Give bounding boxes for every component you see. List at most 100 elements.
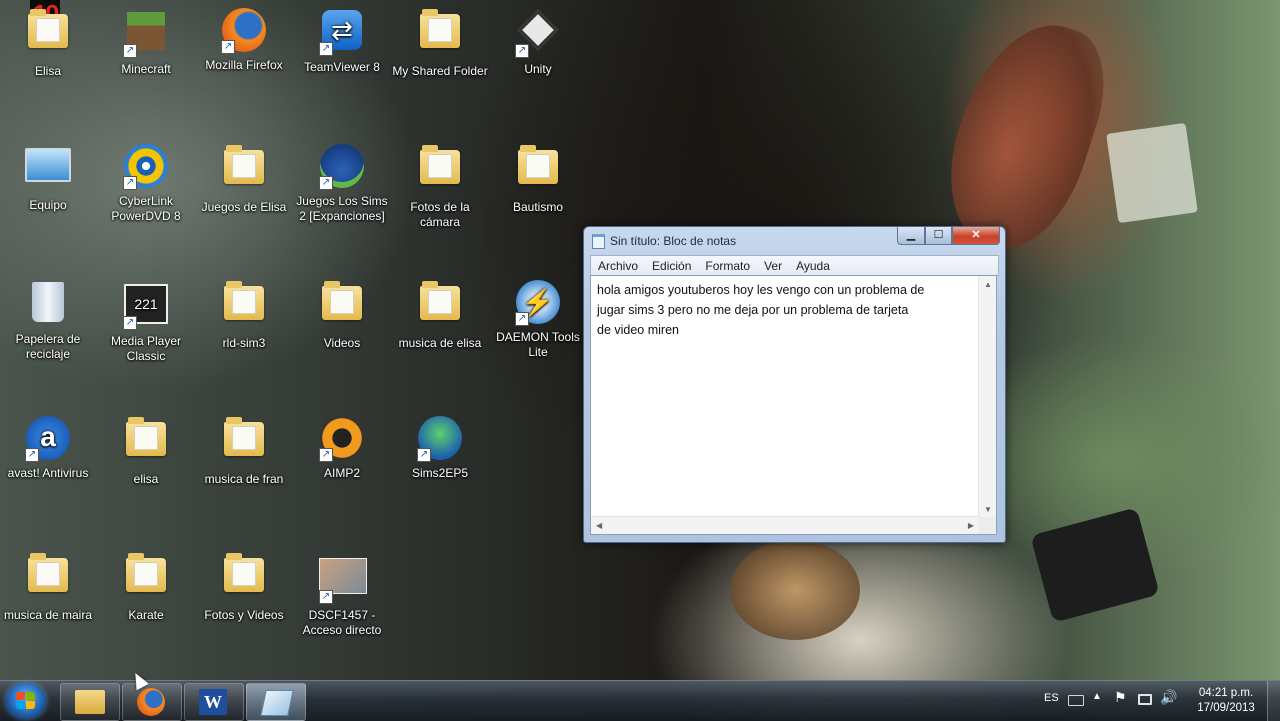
desktop-icon-label: AIMP2 — [323, 466, 360, 480]
desktop-icon[interactable]: ⇄ ↗ TeamViewer 8 — [294, 8, 390, 75]
desktop-icon[interactable]: ↗ AIMP2 — [294, 416, 390, 481]
language-indicator[interactable]: ES — [1044, 692, 1059, 704]
folder-icon — [123, 553, 169, 604]
desktop-icon-label: Unity — [524, 62, 552, 76]
shortcut-arrow-icon: ↗ — [515, 312, 529, 326]
scroll-up-icon[interactable]: ▲ — [984, 280, 992, 289]
menu-ver[interactable]: Ver — [757, 259, 789, 273]
desktop-icon-label: Media Player Classic — [110, 334, 182, 363]
desktop-icon-label: musica de elisa — [398, 336, 482, 350]
desktop-icon[interactable]: ↗ Unity — [490, 8, 586, 77]
clock-date: 17/09/2013 — [1197, 702, 1255, 714]
folder-icon — [123, 417, 169, 468]
desktop-icon[interactable]: ↗ Minecraft — [98, 8, 194, 77]
start-button[interactable] — [6, 683, 46, 719]
resize-grip[interactable] — [979, 517, 996, 534]
menu-formato[interactable]: Formato — [698, 259, 757, 273]
desktop-icon-label: musica de fran — [204, 472, 284, 486]
desktop-icon-label: CyberLink PowerDVD 8 — [111, 194, 181, 223]
taskbar-firefox-button[interactable] — [122, 683, 182, 721]
aimp-icon: ↗ — [319, 416, 365, 462]
notepad-window[interactable]: Sin título: Bloc de notas ▁ ☐ ✕ Archivo … — [583, 226, 1006, 543]
folder-icon — [221, 145, 267, 196]
keyboard-icon[interactable] — [1068, 695, 1084, 706]
desktop-icon[interactable]: ↗ DSCF1457 - Acceso directo — [294, 552, 390, 638]
show-desktop-button[interactable] — [1267, 681, 1280, 721]
desktop-icon-label: musica de maira — [3, 608, 93, 622]
desktop-icon[interactable]: rld-sim3 — [196, 280, 292, 351]
scroll-right-icon[interactable]: ▶ — [968, 521, 974, 530]
desktop-icon-label: elisa — [133, 472, 159, 486]
desktop-icon[interactable]: Elisa — [0, 8, 96, 79]
vertical-scrollbar[interactable]: ▲ ▼ — [978, 276, 996, 518]
desktop-icon[interactable]: 221 ↗ Media Player Classic — [98, 280, 194, 364]
maximize-button[interactable]: ☐ — [925, 227, 952, 245]
desktop-icon[interactable]: musica de elisa — [392, 280, 488, 351]
desktop-icon[interactable]: Papelera de reciclaje — [0, 280, 96, 362]
shortcut-arrow-icon: ↗ — [319, 590, 333, 604]
wallpaper-paw — [730, 540, 860, 640]
editor-content[interactable]: hola amigos youtuberos hoy les vengo con… — [597, 280, 977, 340]
menu-edicion[interactable]: Edición — [645, 259, 698, 273]
desktop-icon-label: Papelera de reciclaje — [15, 332, 81, 361]
minimize-button[interactable]: ▁ — [897, 227, 925, 245]
clock-time: 04:21 p.m. — [1198, 687, 1254, 699]
text-editor[interactable]: hola amigos youtuberos hoy les vengo con… — [590, 275, 997, 535]
horizontal-scrollbar[interactable]: ◀ ▶ — [591, 516, 979, 534]
desktop-icon[interactable]: Fotos y Videos — [196, 552, 292, 623]
desktop-icon[interactable]: ⚡ ↗ DAEMON Tools Lite — [490, 280, 586, 360]
menu-archivo[interactable]: Archivo — [591, 259, 645, 273]
desktop-icon-label: Karate — [128, 608, 164, 622]
shortcut-arrow-icon: ↗ — [515, 44, 529, 58]
desktop-icon[interactable]: Fotos de la cámara — [392, 144, 488, 230]
desktop-icon[interactable]: elisa — [98, 416, 194, 487]
shortcut-arrow-icon: ↗ — [417, 448, 431, 462]
scroll-left-icon[interactable]: ◀ — [596, 521, 602, 530]
firefox-icon — [137, 688, 165, 716]
desktop-icon[interactable]: ↗ Juegos Los Sims 2 [Expanciones] — [294, 144, 390, 224]
window-title: Sin título: Bloc de notas — [610, 234, 737, 248]
scroll-down-icon[interactable]: ▼ — [984, 505, 992, 514]
desktop-icon[interactable]: ↗ Mozilla Firefox — [196, 8, 292, 73]
shortcut-arrow-icon: ↗ — [123, 44, 137, 58]
media-player-icon: 221 ↗ — [123, 284, 169, 330]
desktop-icon-label: Juegos Los Sims 2 [Expanciones] — [296, 194, 388, 223]
wallpaper-charger — [1030, 507, 1160, 623]
action-center-flag-icon[interactable]: ⚑ — [1114, 689, 1127, 706]
taskbar-notepad-button[interactable] — [246, 683, 306, 721]
desktop-icon[interactable]: musica de fran — [196, 416, 292, 487]
desktop-icon-label: Fotos de la cámara — [410, 200, 470, 229]
desktop-icon[interactable]: My Shared Folder — [392, 8, 488, 79]
powerdvd-icon: ↗ — [123, 144, 169, 190]
menu-ayuda[interactable]: Ayuda — [789, 259, 837, 273]
desktop-icon-label: Minecraft — [121, 62, 171, 76]
desktop-icon[interactable]: Equipo — [0, 144, 96, 213]
taskbar-explorer-button[interactable] — [60, 683, 120, 721]
desktop-icon[interactable]: ↗ Sims2EP5 — [392, 416, 488, 481]
desktop-icon-label: DAEMON Tools Lite — [496, 330, 580, 359]
taskbar-word-button[interactable]: W — [184, 683, 244, 721]
volume-icon[interactable]: 🔊 — [1160, 689, 1177, 706]
notepad-titlebar[interactable]: Sin título: Bloc de notas — [592, 232, 736, 250]
sims-icon: ↗ — [319, 144, 365, 190]
desktop-icon[interactable]: ↗ CyberLink PowerDVD 8 — [98, 144, 194, 224]
desktop-icon[interactable]: Karate — [98, 552, 194, 623]
show-hidden-icons-icon[interactable]: ▲ — [1092, 691, 1102, 702]
close-button[interactable]: ✕ — [952, 227, 1000, 245]
taskbar-clock[interactable]: 04:21 p.m. 17/09/2013 — [1188, 686, 1264, 716]
desktop-icon[interactable]: Bautismo — [490, 144, 586, 215]
desktop-icon-label: Fotos y Videos — [204, 608, 284, 622]
desktop-icon-label: DSCF1457 - Acceso directo — [302, 608, 382, 637]
desktop-icon-label: Videos — [323, 336, 361, 350]
desktop-icon[interactable]: Juegos de Elisa — [196, 144, 292, 215]
desktop-icon[interactable]: musica de maira — [0, 552, 96, 623]
network-icon[interactable] — [1138, 694, 1152, 705]
desktop-icon[interactable]: a ↗ avast! Antivirus — [0, 416, 96, 481]
folder-icon — [417, 281, 463, 332]
firefox-icon: ↗ — [221, 8, 267, 54]
folder-icon — [417, 9, 463, 60]
avast-icon: a ↗ — [25, 416, 71, 462]
desktop-icon-label: Equipo — [29, 198, 67, 212]
word-icon: W — [199, 689, 227, 715]
desktop-icon[interactable]: Videos — [294, 280, 390, 351]
